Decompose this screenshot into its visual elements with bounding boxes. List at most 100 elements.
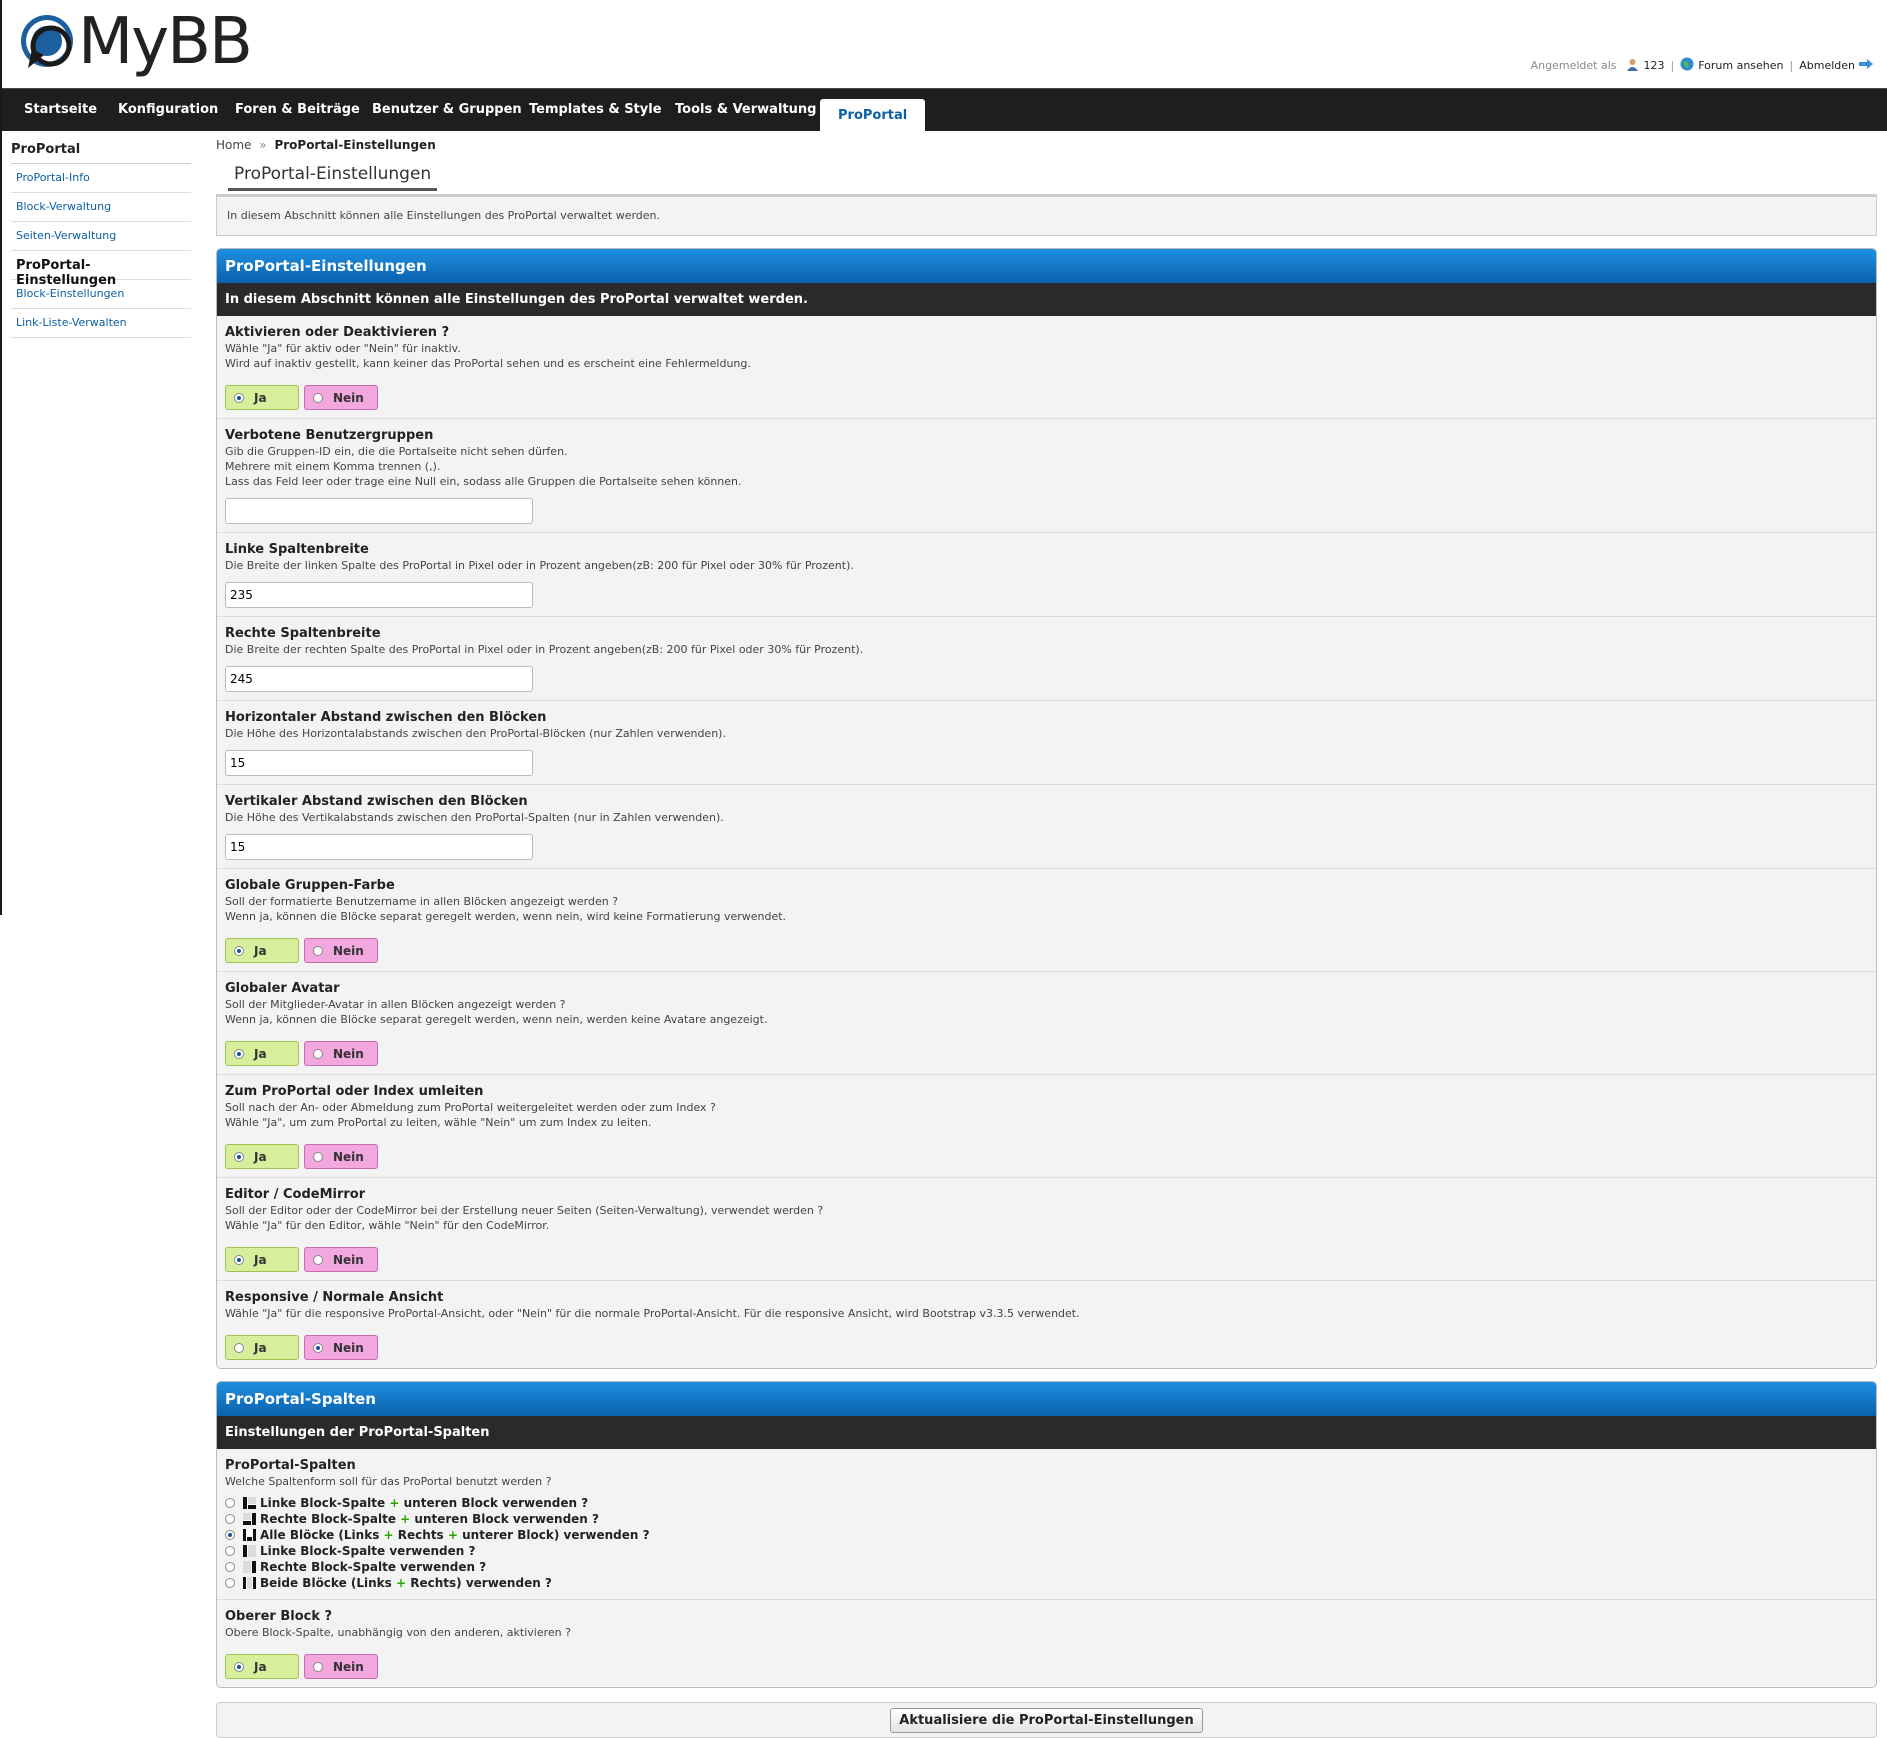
no-option[interactable]: Nein [304,1654,378,1679]
no-label: Nein [333,943,364,958]
breadcrumb: Home » ProPortal-Einstellungen [216,138,1877,156]
yes-no-group: Ja Nein [225,385,1868,410]
setting-desc: Die Breite der rechten Spalte des ProPor… [225,643,864,656]
setting-desc: Lass das Feld leer oder trage eine Null … [225,475,742,488]
yes-option[interactable]: Ja [225,1144,299,1169]
submit-bar: Aktualisiere die ProPortal-Einstellungen [216,1702,1877,1738]
left-width-input[interactable] [225,582,533,608]
radio-button[interactable] [313,1661,323,1672]
option-text: Alle Blöcke (Links [260,1528,380,1542]
update-settings-button[interactable]: Aktualisiere die ProPortal-Einstellungen [890,1707,1203,1733]
radio-button[interactable] [313,1048,323,1059]
forbidden-groups-input[interactable] [225,498,533,524]
option-text: Linke Block-Spalte verwenden ? [260,1544,476,1558]
setting-responsive: Responsive / Normale Ansicht Wähle "Ja" … [217,1281,1876,1368]
separator: | [1789,59,1794,72]
no-option[interactable]: Nein [304,385,378,410]
logo-text: MyBB [78,5,253,79]
right-width-input[interactable] [225,666,533,692]
setting-desc: Wähle "Ja", um zum ProPortal zu leiten, … [225,1116,652,1129]
sidebar-item-seiten-verwaltung[interactable]: Seiten-Verwaltung [11,222,191,251]
yes-no-group: Ja Nein [225,1144,1868,1169]
column-option-all[interactable]: Alle Blöcke (Links + Rechts + unterer Bl… [225,1527,1868,1543]
intro-text: In diesem Abschnitt können alle Einstell… [216,197,1877,236]
yes-no-group: Ja Nein [225,1041,1868,1066]
column-option-right-bottom[interactable]: Rechte Block-Spalte + unteren Block verw… [225,1511,1868,1527]
breadcrumb-home[interactable]: Home [216,138,251,152]
option-text: Linke Block-Spalte [260,1496,386,1510]
logout-link[interactable]: Abmelden [1799,59,1855,72]
logged-in-label: Angemeldet als [1530,59,1617,72]
page-title: ProPortal-Einstellungen [228,164,438,191]
no-option[interactable]: Nein [304,1335,378,1360]
panel-subtitle: Einstellungen der ProPortal-Spalten [217,1416,1876,1449]
column-option-both[interactable]: Beide Blöcke (Links + Rechts) verwenden … [225,1575,1868,1591]
setting-group-color: Globale Gruppen-Farbe Soll der formatier… [217,869,1876,972]
no-option[interactable]: Nein [304,938,378,963]
yes-option[interactable]: Ja [225,1335,299,1360]
radio-button[interactable] [225,1578,235,1588]
radio-button[interactable] [234,392,244,403]
tab-templates-style[interactable]: Templates & Style [511,89,680,131]
radio-button[interactable] [225,1546,235,1556]
option-text: Rechte Block-Spalte [260,1512,396,1526]
no-label: Nein [333,1046,364,1061]
radio-button[interactable] [234,1342,244,1353]
yes-no-group: Ja Nein [225,1335,1868,1360]
no-option[interactable]: Nein [304,1041,378,1066]
radio-button[interactable] [234,1254,244,1265]
sidebar-item-proportal-info[interactable]: ProPortal-Info [11,164,191,193]
radio-button[interactable] [313,392,323,403]
vertical-gap-input[interactable] [225,834,533,860]
radio-button[interactable] [313,1151,323,1162]
username-link[interactable]: 123 [1643,59,1664,72]
setting-label: Aktivieren oder Deaktivieren ? [225,325,450,340]
horizontal-gap-input[interactable] [225,750,533,776]
radio-button[interactable] [234,1661,244,1672]
yes-option[interactable]: Ja [225,1654,299,1679]
radio-button[interactable] [234,1151,244,1162]
tab-proportal[interactable]: ProPortal [820,99,926,132]
column-option-left-bottom[interactable]: Linke Block-Spalte + unteren Block verwe… [225,1495,1868,1511]
sidebar-item-block-verwaltung[interactable]: Block-Verwaltung [11,193,191,222]
yes-option[interactable]: Ja [225,1041,299,1066]
column-option-right[interactable]: Rechte Block-Spalte verwenden ? [225,1559,1868,1575]
yes-option[interactable]: Ja [225,1247,299,1272]
radio-button[interactable] [234,1048,244,1059]
yes-option[interactable]: Ja [225,385,299,410]
view-forum-link[interactable]: Forum ansehen [1698,59,1783,72]
yes-no-group: Ja Nein [225,1247,1868,1272]
option-text: unterer Block) verwenden ? [462,1528,650,1542]
radio-button[interactable] [225,1530,235,1540]
no-option[interactable]: Nein [304,1144,378,1169]
no-option[interactable]: Nein [304,1247,378,1272]
setting-editor: Editor / CodeMirror Soll der Editor oder… [217,1178,1876,1281]
tab-startseite[interactable]: Startseite [6,89,115,131]
page-title-bar: ProPortal-Einstellungen [216,164,1877,197]
setting-horizontal-gap: Horizontaler Abstand zwischen den Blöcke… [217,701,1876,785]
sidebar-item-link-liste[interactable]: Link-Liste-Verwalten [11,309,191,338]
setting-top-block: Oberer Block ? Obere Block-Spalte, unabh… [217,1600,1876,1687]
sidebar-item-proportal-einstellungen[interactable]: ProPortal-Einstellungen [11,251,191,288]
yes-no-group: Ja Nein [225,938,1868,963]
column-option-left[interactable]: Linke Block-Spalte verwenden ? [225,1543,1868,1559]
setting-label: Vertikaler Abstand zwischen den Blöcken [225,794,528,809]
mybb-logo[interactable]: MyBB [18,5,253,79]
yes-option[interactable]: Ja [225,938,299,963]
radio-button[interactable] [225,1514,235,1524]
tab-tools-verwaltung[interactable]: Tools & Verwaltung [657,89,834,131]
radio-button[interactable] [225,1498,235,1508]
setting-global-avatar: Globaler Avatar Soll der Mitglieder-Avat… [217,972,1876,1075]
radio-button[interactable] [313,1254,323,1265]
breadcrumb-current: ProPortal-Einstellungen [274,138,436,152]
radio-button[interactable] [313,945,323,956]
layout-right-bottom-icon [243,1513,256,1525]
separator: | [1670,59,1675,72]
radio-button[interactable] [313,1342,323,1353]
radio-button[interactable] [234,945,244,956]
radio-button[interactable] [225,1562,235,1572]
tab-konfiguration[interactable]: Konfiguration [100,89,236,131]
setting-desc: Mehrere mit einem Komma trennen (,). [225,460,441,473]
header: MyBB Angemeldet als 123 | Forum ansehen … [2,0,1887,88]
setting-desc: Welche Spaltenform soll für das ProPorta… [225,1475,552,1488]
